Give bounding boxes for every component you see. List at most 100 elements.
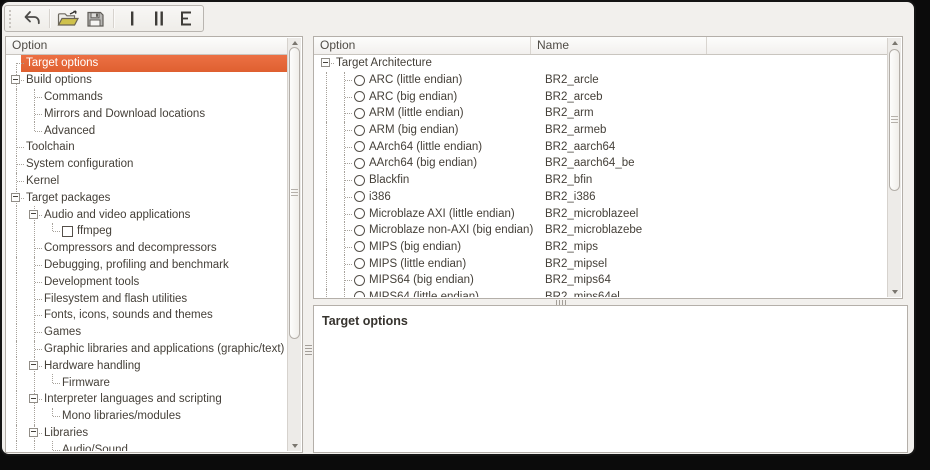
tree-row[interactable]: Interpreter languages and scripting [7, 391, 287, 408]
full-view-button[interactable] [174, 7, 199, 30]
tree-row[interactable]: MIPS (big endian)BR2_mips [315, 239, 887, 256]
tree-row[interactable]: Toolchain [7, 139, 287, 156]
tree-row[interactable]: Filesystem and flash utilities [7, 290, 287, 307]
tree-guide-line [7, 290, 25, 307]
tree-row[interactable]: ARC (big endian)BR2_arceb [315, 88, 887, 105]
tree-row[interactable]: Development tools [7, 273, 287, 290]
splitter-grip-icon [556, 300, 566, 305]
thumb-grip-icon [891, 116, 898, 124]
option-column-header[interactable]: Option [314, 37, 531, 54]
vertical-splitter[interactable] [303, 36, 313, 453]
options-list-header: Option Name [314, 37, 887, 55]
radio-icon[interactable] [354, 258, 365, 269]
tree-row[interactable]: BlackfinBR2_bfin [315, 172, 887, 189]
expander-minus-icon[interactable] [11, 75, 20, 84]
scroll-down-icon[interactable] [892, 290, 898, 294]
tree-branch [335, 172, 353, 189]
left-scrollbar[interactable] [287, 38, 301, 451]
tree-guide-line [7, 273, 25, 290]
toolbar-drag-handle[interactable] [9, 10, 14, 28]
radio-icon[interactable] [354, 158, 365, 169]
right-scrollbar[interactable] [887, 38, 901, 297]
radio-icon[interactable] [354, 191, 365, 202]
tree-row[interactable]: Build options [7, 72, 287, 89]
tree-item-label: Games [43, 326, 81, 338]
radio-icon[interactable] [354, 125, 365, 136]
scrollbar-thumb[interactable] [889, 49, 900, 191]
empty-column-header[interactable] [707, 37, 887, 54]
radio-icon[interactable] [354, 141, 365, 152]
tree-row[interactable]: Kernel [7, 173, 287, 190]
tree-row[interactable]: Advanced [7, 122, 287, 139]
tree-row[interactable]: MIPS (little endian)BR2_mipsel [315, 255, 887, 272]
expander-minus-icon[interactable] [29, 428, 38, 437]
tree-item-label: ARC (little endian) [368, 74, 462, 86]
tree-branch [25, 105, 43, 122]
thumb-grip-icon [291, 189, 298, 197]
radio-icon[interactable] [354, 241, 365, 252]
help-panel: Target options [313, 305, 908, 453]
tree-row[interactable]: AArch64 (little endian)BR2_aarch64 [315, 138, 887, 155]
tree-row[interactable]: Target packages [7, 189, 287, 206]
save-button[interactable] [83, 7, 108, 30]
tree-row[interactable]: ARM (big endian)BR2_armeb [315, 122, 887, 139]
tree-row[interactable]: Firmware [7, 374, 287, 391]
expander-minus-icon[interactable] [29, 361, 38, 370]
tree-row[interactable]: Hardware handling [7, 357, 287, 374]
tree-row[interactable]: i386BR2_i386 [315, 189, 887, 206]
tree-branch [335, 222, 353, 239]
open-button[interactable] [56, 7, 81, 30]
tree-row[interactable]: Games [7, 324, 287, 341]
tree-item-label: Mono libraries/modules [61, 410, 181, 422]
tree-row[interactable]: Compressors and decompressors [7, 240, 287, 257]
tree-row[interactable]: Graphic libraries and applications (grap… [7, 341, 287, 358]
tree-row[interactable]: MIPS64 (little endian)BR2_mips64el [315, 289, 887, 297]
tree-row[interactable]: ARC (little endian)BR2_arcle [315, 72, 887, 89]
tree-row[interactable]: MIPS64 (big endian)BR2_mips64 [315, 272, 887, 289]
tree-branch [335, 189, 353, 206]
radio-icon[interactable] [354, 275, 365, 286]
tree-item-label: Mirrors and Download locations [43, 108, 205, 120]
checkbox-icon[interactable] [62, 226, 73, 237]
tree-row[interactable]: Mirrors and Download locations [7, 105, 287, 122]
radio-icon[interactable] [354, 108, 365, 119]
expander-minus-icon[interactable] [29, 394, 38, 403]
expander-minus-icon[interactable] [321, 58, 330, 67]
radio-icon[interactable] [354, 208, 365, 219]
expander-minus-icon[interactable] [29, 210, 38, 219]
tree-row[interactable]: Target Architecture [315, 55, 887, 72]
tree-row[interactable]: ARM (little endian)BR2_arm [315, 105, 887, 122]
option-column-header[interactable]: Option [6, 37, 287, 54]
radio-icon[interactable] [354, 225, 365, 236]
tree-row[interactable]: System configuration [7, 156, 287, 173]
tree-item-label: i386 [368, 191, 391, 203]
tree-branch [43, 441, 61, 451]
tree-row[interactable]: Microblaze AXI (little endian)BR2_microb… [315, 205, 887, 222]
radio-icon[interactable] [354, 75, 365, 86]
tree-row[interactable]: Libraries [7, 425, 287, 442]
tree-row[interactable]: Fonts, icons, sounds and themes [7, 307, 287, 324]
tree-row[interactable]: Audio/Sound [7, 441, 287, 451]
tree-row[interactable]: Commands [7, 89, 287, 106]
name-column-header[interactable]: Name [531, 37, 707, 54]
tree-row[interactable]: Mono libraries/modules [7, 408, 287, 425]
expander-minus-icon[interactable] [11, 193, 20, 202]
tree-branch [43, 223, 61, 240]
tree-row[interactable]: AArch64 (big endian)BR2_aarch64_be [315, 155, 887, 172]
tree-guide-line [317, 255, 335, 272]
tree-row[interactable]: Microblaze non-AXI (big endian)BR2_micro… [315, 222, 887, 239]
radio-icon[interactable] [354, 91, 365, 102]
tree-row[interactable]: ffmpeg [7, 223, 287, 240]
scrollbar-thumb[interactable] [289, 47, 300, 339]
tree-row[interactable]: Target options [7, 55, 287, 72]
tree-row[interactable]: Debugging, profiling and benchmark [7, 257, 287, 274]
tree-row[interactable]: Audio and video applications [7, 206, 287, 223]
single-view-button[interactable] [120, 7, 145, 30]
undo-button[interactable] [19, 7, 44, 30]
split-view-button[interactable] [147, 7, 172, 30]
scroll-up-icon[interactable] [292, 41, 298, 45]
scroll-up-icon[interactable] [892, 41, 898, 45]
radio-icon[interactable] [354, 175, 365, 186]
radio-icon[interactable] [354, 291, 365, 297]
scroll-down-icon[interactable] [292, 444, 298, 448]
